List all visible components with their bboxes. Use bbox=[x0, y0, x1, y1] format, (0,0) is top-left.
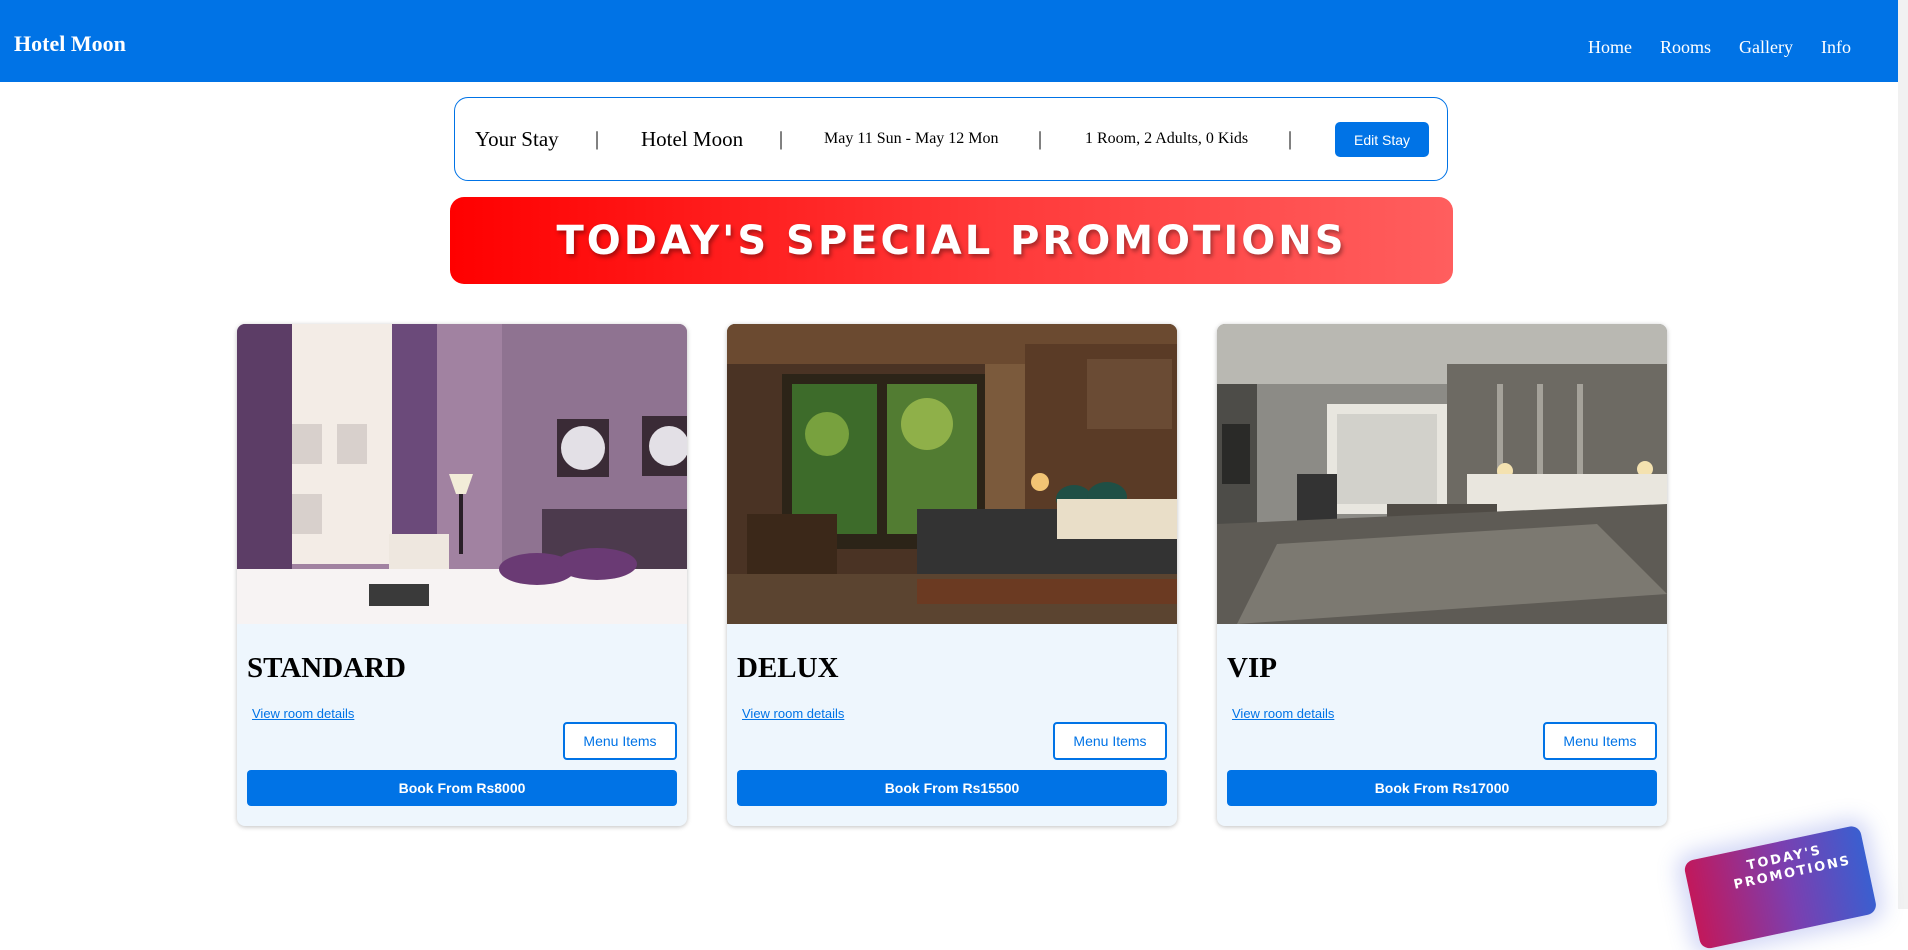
room-card-vip: VIP View room details Menu Items Book Fr… bbox=[1217, 324, 1667, 826]
floating-promotions-badge[interactable]: TODAY'S PROMOTIONS bbox=[1683, 824, 1878, 950]
nav-link-gallery[interactable]: Gallery bbox=[1739, 38, 1793, 56]
separator: | bbox=[1038, 127, 1043, 150]
view-room-details-link[interactable]: View room details bbox=[1232, 706, 1334, 721]
navbar: Hotel Moon Home Rooms Gallery Info bbox=[0, 0, 1908, 82]
stay-guests: 1 Room, 2 Adults, 0 Kids bbox=[1085, 130, 1249, 147]
room-image-standard bbox=[237, 324, 687, 624]
room-card-delux: DELUX View room details Menu Items Book … bbox=[727, 324, 1177, 826]
brand-logo[interactable]: Hotel Moon bbox=[14, 33, 126, 55]
stay-hotel-name: Hotel Moon bbox=[641, 126, 744, 151]
room-image-vip bbox=[1217, 324, 1667, 624]
room-title: DELUX bbox=[737, 652, 839, 684]
nav-link-rooms[interactable]: Rooms bbox=[1660, 38, 1711, 56]
view-room-details-link[interactable]: View room details bbox=[742, 706, 844, 721]
separator: | bbox=[1288, 127, 1293, 150]
nav-link-home[interactable]: Home bbox=[1588, 38, 1632, 56]
book-button[interactable]: Book From Rs8000 bbox=[247, 770, 677, 806]
floating-promotions-text: TODAY'S PROMOTIONS bbox=[1732, 843, 1853, 893]
room-title: VIP bbox=[1227, 652, 1277, 684]
menu-items-button[interactable]: Menu Items bbox=[1543, 722, 1657, 760]
stay-summary-bar: Your Stay | Hotel Moon | May 11 Sun - Ma… bbox=[454, 97, 1448, 181]
room-title: STANDARD bbox=[247, 652, 406, 684]
stay-title: Your Stay bbox=[475, 126, 559, 151]
edit-stay-button[interactable]: Edit Stay bbox=[1335, 122, 1429, 157]
nav-links: Home Rooms Gallery Info bbox=[1588, 38, 1851, 56]
room-image-delux bbox=[727, 324, 1177, 624]
room-card-standard: STANDARD View room details Menu Items Bo… bbox=[237, 324, 687, 826]
nav-link-info[interactable]: Info bbox=[1821, 38, 1851, 56]
book-button[interactable]: Book From Rs17000 bbox=[1227, 770, 1657, 806]
promotions-banner: TODAY'S SPECIAL PROMOTIONS bbox=[450, 197, 1453, 284]
book-button[interactable]: Book From Rs15500 bbox=[737, 770, 1167, 806]
menu-items-button[interactable]: Menu Items bbox=[1053, 722, 1167, 760]
separator: | bbox=[595, 127, 600, 150]
stay-dates: May 11 Sun - May 12 Mon bbox=[824, 130, 999, 147]
scrollbar[interactable] bbox=[1898, 0, 1908, 909]
promotions-banner-text: TODAY'S SPECIAL PROMOTIONS bbox=[556, 217, 1347, 264]
menu-items-button[interactable]: Menu Items bbox=[563, 722, 677, 760]
separator: | bbox=[779, 127, 784, 150]
view-room-details-link[interactable]: View room details bbox=[252, 706, 354, 721]
